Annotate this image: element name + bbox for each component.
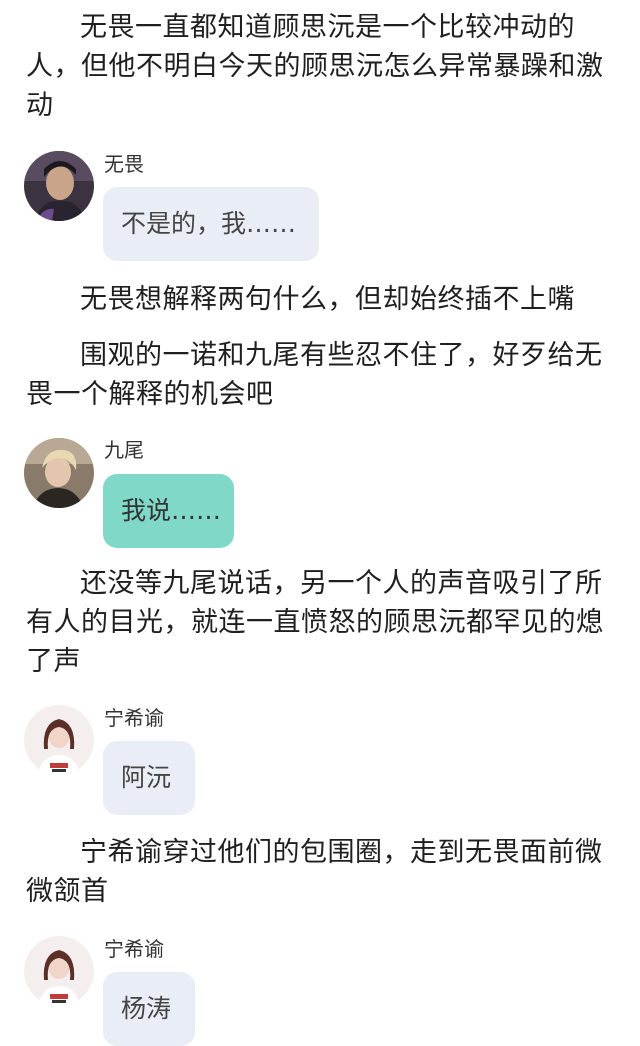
message-bubble[interactable]: 不是的，我……: [103, 187, 319, 261]
avatar-wuwei-icon[interactable]: [24, 151, 94, 221]
avatar-ningxiyu-icon[interactable]: [24, 936, 94, 1006]
message-bubble[interactable]: 杨涛: [103, 972, 195, 1046]
speaker-name: 宁希谕: [104, 706, 164, 730]
narration-paragraph: 无畏想解释两句什么，但却始终插不上嘴: [80, 284, 575, 315]
message-bubble[interactable]: 阿沅: [103, 741, 195, 815]
speaker-name: 九尾: [104, 438, 144, 462]
narration-paragraph: 无畏一直都知道顾思沅是一个比较冲动的人，但他不明白今天的顾思沅怎么异常暴躁和激动: [26, 12, 604, 121]
avatar-jiuwei-icon[interactable]: [24, 438, 94, 508]
narration-paragraph: 宁希谕穿过他们的包围圈，走到无畏面前微微颔首: [26, 837, 603, 907]
narration-paragraph: 围观的一诺和九尾有些忍不住了，好歹给无畏一个解释的机会吧: [26, 340, 603, 410]
narration-paragraph: 还没等九尾说话，另一个人的声音吸引了所有人的目光，就连一直愤怒的顾思沅都罕见的熄…: [26, 568, 604, 677]
speaker-name: 无畏: [104, 152, 144, 176]
avatar-ningxiyu-icon[interactable]: [24, 705, 94, 775]
message-bubble[interactable]: 我说……: [103, 474, 234, 548]
chat-story-page: { "blocks": { "narration_1": "无畏一直都知道顾思沅…: [0, 0, 640, 1046]
speaker-name: 宁希谕: [104, 937, 164, 961]
